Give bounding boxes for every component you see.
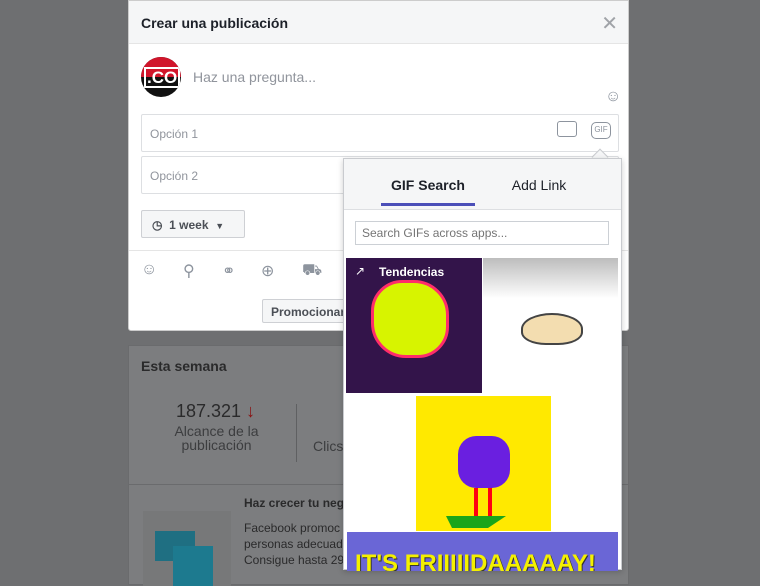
gif-friday[interactable]: IT'S FRIIIIIDAAAAAY! [347,532,618,571]
clock-icon: ◷ [152,218,163,232]
gif-icon[interactable]: GIF [591,122,611,139]
trending-label: Tendencias [379,265,445,279]
option-1-input[interactable]: Opción 1 [141,114,619,152]
target-icon[interactable]: ⊕ [261,261,274,281]
emoji-icon[interactable]: ☺ [605,88,621,106]
promo-illustration [143,511,231,586]
shopping-bag-icon[interactable]: ⛟ [302,261,322,281]
handshake-icon[interactable]: ⚭ [222,261,235,281]
gif-picker-popover: GIF Search Add Link ↗ Tendencias IT'S FR… [343,158,622,571]
promote-label: Promocionar [271,305,346,319]
dialog-header: Crear una publicación [129,1,628,44]
tab-label: Add Link [511,177,567,193]
promo-title: Haz crecer tu neg [244,496,345,510]
location-icon[interactable]: ⚲ [183,261,195,281]
divider [296,404,297,462]
gif-trending[interactable]: ↗ Tendencias [346,258,482,393]
promo-line: personas adecuad [244,537,343,551]
promo-line: Facebook promoc [244,521,341,535]
section-title: Esta semana [141,358,227,374]
duration-dropdown[interactable]: ◷ 1 week ▼ [141,210,245,238]
gif-banner-text: IT'S FRIIIIIDAAAAAY! [355,550,596,571]
arrow-down-icon: ↓ [241,401,256,421]
promo-line: Consigue hasta 29 [244,553,345,567]
close-icon[interactable]: ✕ [601,11,618,36]
caret-down-icon: ▼ [215,221,225,231]
metric-value: 187.321 ↓ [176,401,255,422]
tab-add-link[interactable]: Add Link [494,159,584,206]
metric-number: 187.321 [176,401,242,421]
dialog-title: Crear una publicación [141,15,289,31]
tab-gif-search[interactable]: GIF Search [381,159,475,206]
option-placeholder: Opción 2 [150,169,199,183]
avatar: .CO [141,57,181,97]
option-placeholder: Opción 1 [150,127,199,141]
metric2-label: Clics [313,438,344,454]
metric-label: Alcance de la publicación [174,423,259,453]
trending-icon: ↗ [355,264,366,278]
duration-value: 1 week [169,218,209,232]
gif-search-input[interactable] [355,221,609,245]
star-character [371,280,449,358]
gif-purple-character[interactable] [416,396,551,531]
camera-icon[interactable] [557,121,577,137]
tab-label: GIF Search [391,177,465,193]
question-input[interactable]: Haz una pregunta... [193,69,316,85]
gif-tabs: GIF Search Add Link [344,159,621,210]
feeling-icon[interactable]: ☺ [141,261,157,279]
gif-taco[interactable] [483,258,618,393]
